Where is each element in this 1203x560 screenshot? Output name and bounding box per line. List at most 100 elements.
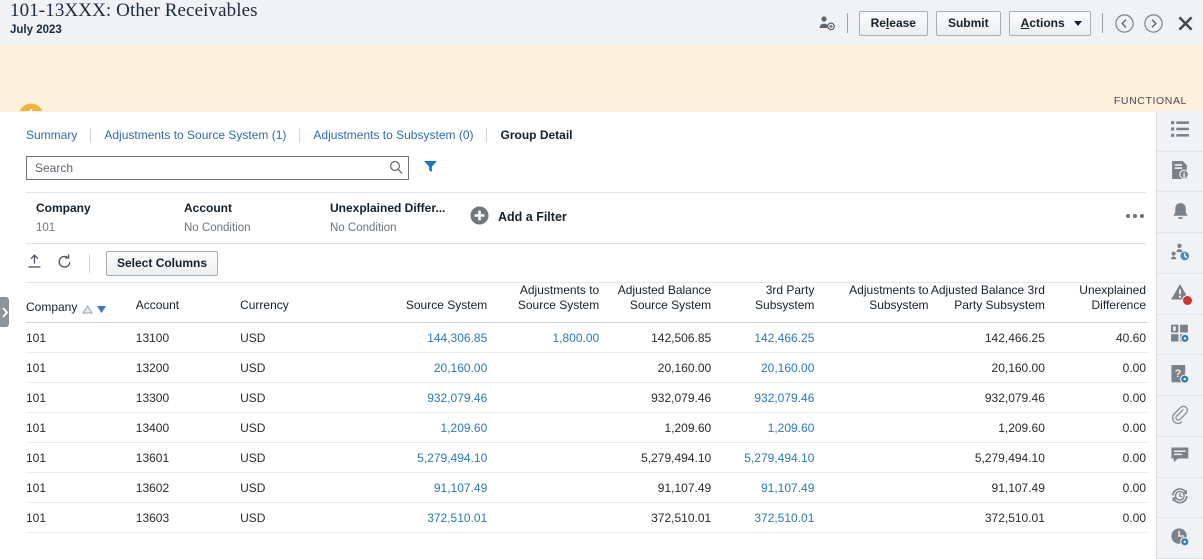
rail-item-bell[interactable] bbox=[1157, 192, 1203, 233]
search-icon[interactable] bbox=[389, 160, 403, 178]
select-columns-button[interactable]: Select Columns bbox=[106, 251, 218, 276]
cell-currency: USD bbox=[240, 353, 355, 383]
column-header-unexplained-difference[interactable]: Unexplained Difference bbox=[1047, 283, 1148, 323]
rail-item-pie-clock[interactable] bbox=[1157, 518, 1203, 559]
rail-item-history-refresh[interactable] bbox=[1157, 478, 1203, 519]
cell-source-system[interactable]: 372,510.01 bbox=[355, 503, 489, 533]
rail-item-comment[interactable] bbox=[1157, 437, 1203, 478]
cell-link[interactable]: 91,107.49 bbox=[434, 481, 487, 495]
export-icon[interactable] bbox=[26, 253, 43, 273]
table-row[interactable]: 10113603USD372,510.01372,510.01372,510.0… bbox=[26, 503, 1148, 533]
cell-link[interactable]: 144,306.85 bbox=[427, 331, 487, 345]
rail-item-document-info[interactable] bbox=[1157, 152, 1203, 193]
page-title: 101-13XXX: Other Receivables bbox=[10, 1, 258, 21]
cell-currency: USD bbox=[240, 323, 355, 353]
table-row[interactable]: 10113400USD1,209.601,209.601,209.601,209… bbox=[26, 413, 1148, 443]
filter-chip-account[interactable]: Account No Condition bbox=[184, 201, 250, 234]
column-header-adjusted-balance-third-party-subsystem[interactable]: Adjusted Balance 3rd Party Subsystem bbox=[931, 283, 1047, 323]
table-row[interactable]: 10113100USD144,306.851,800.00142,506.851… bbox=[26, 323, 1148, 353]
release-button[interactable]: Release bbox=[859, 11, 928, 36]
cell-source-system[interactable]: 5,279,494.10 bbox=[355, 443, 489, 473]
filter-chip-company[interactable]: Company 101 bbox=[36, 201, 91, 234]
cell-link[interactable]: 1,800.00 bbox=[553, 331, 600, 345]
table-row[interactable]: 10113602USD91,107.4991,107.4991,107.4991… bbox=[26, 473, 1148, 503]
actions-menu-button[interactable]: Actions bbox=[1009, 11, 1091, 36]
cell-third-party[interactable]: 5,279,494.10 bbox=[713, 443, 816, 473]
cell-source-system[interactable]: 932,079.46 bbox=[355, 383, 489, 413]
sort-controls[interactable] bbox=[82, 305, 107, 315]
rail-item-alert-triangle[interactable] bbox=[1157, 274, 1203, 315]
cell-third-party[interactable]: 932,079.46 bbox=[713, 383, 816, 413]
tab-adjustments-source-system[interactable]: Adjustments to Source System (1) bbox=[91, 128, 299, 142]
add-filter-button[interactable]: Add a Filter bbox=[470, 206, 567, 228]
group-detail-table: Company bbox=[26, 283, 1148, 533]
column-header-currency[interactable]: Currency bbox=[240, 283, 355, 323]
title-block: 101-13XXX: Other Receivables July 2023 bbox=[10, 1, 258, 37]
cell-company: 101 bbox=[26, 473, 136, 503]
cell-adj-subsystem bbox=[816, 473, 930, 503]
cell-currency: USD bbox=[240, 443, 355, 473]
cell-account: 13400 bbox=[136, 413, 240, 443]
cell-source-system[interactable]: 20,160.00 bbox=[355, 353, 489, 383]
previous-icon[interactable] bbox=[1114, 13, 1135, 34]
cell-link[interactable]: 91,107.49 bbox=[761, 481, 814, 495]
cell-link[interactable]: 372,510.01 bbox=[427, 511, 487, 525]
column-header-adjusted-balance-source-system[interactable]: Adjusted Balance Source System bbox=[601, 283, 713, 323]
cell-third-party[interactable]: 142,466.25 bbox=[713, 323, 816, 353]
table-row[interactable]: 10113601USD5,279,494.105,279,494.105,279… bbox=[26, 443, 1148, 473]
filter-chip-unexplained-difference[interactable]: Unexplained Differ... No Condition bbox=[330, 201, 445, 234]
submit-button[interactable]: Submit bbox=[936, 11, 1001, 36]
filter-funnel-icon[interactable] bbox=[423, 159, 438, 177]
table-row[interactable]: 10113300USD932,079.46932,079.46932,079.4… bbox=[26, 383, 1148, 413]
cell-link[interactable]: 142,466.25 bbox=[754, 331, 814, 345]
tab-summary[interactable]: Summary bbox=[26, 128, 90, 142]
cell-adj-source bbox=[489, 353, 601, 383]
reset-icon[interactable] bbox=[56, 253, 73, 273]
table-row[interactable]: 10113200USD20,160.0020,160.0020,160.0020… bbox=[26, 353, 1148, 383]
rail-item-list[interactable] bbox=[1157, 111, 1203, 152]
more-options-icon[interactable] bbox=[1126, 214, 1144, 218]
column-header-company[interactable]: Company bbox=[26, 283, 136, 323]
pie-clock-icon bbox=[1170, 527, 1190, 550]
cell-adj-source bbox=[489, 473, 601, 503]
cell-source-system[interactable]: 144,306.85 bbox=[355, 323, 489, 353]
cell-link[interactable]: 20,160.00 bbox=[761, 361, 814, 375]
cell-link[interactable]: 5,279,494.10 bbox=[417, 451, 487, 465]
cell-third-party[interactable]: 372,510.01 bbox=[713, 503, 816, 533]
column-header-adjustments-to-source-system[interactable]: Adjustments to Source System bbox=[489, 283, 601, 323]
cell-link[interactable]: 20,160.00 bbox=[434, 361, 487, 375]
rail-item-dashboard-grid[interactable] bbox=[1157, 315, 1203, 356]
search-input[interactable] bbox=[33, 157, 387, 179]
assign-user-icon[interactable] bbox=[818, 14, 836, 32]
next-icon[interactable] bbox=[1143, 13, 1164, 34]
filter-bar: Company 101 Account No Condition Unexpla… bbox=[26, 192, 1146, 244]
cell-link[interactable]: 932,079.46 bbox=[427, 391, 487, 405]
cell-third-party[interactable]: 20,160.00 bbox=[713, 353, 816, 383]
rail-item-help-question[interactable]: ? bbox=[1157, 355, 1203, 396]
cell-adj-balance-third: 1,209.60 bbox=[931, 413, 1047, 443]
cell-third-party[interactable]: 91,107.49 bbox=[713, 473, 816, 503]
cell-link[interactable]: 5,279,494.10 bbox=[744, 451, 814, 465]
cell-link[interactable]: 1,209.60 bbox=[441, 421, 488, 435]
rail-item-workflow-users[interactable] bbox=[1157, 233, 1203, 274]
cell-source-system[interactable]: 91,107.49 bbox=[355, 473, 489, 503]
rail-item-attachment-clip[interactable] bbox=[1157, 396, 1203, 437]
cell-adj-subsystem bbox=[816, 413, 930, 443]
column-header-source-system[interactable]: Source System bbox=[355, 283, 489, 323]
cell-source-system[interactable]: 1,209.60 bbox=[355, 413, 489, 443]
cell-third-party[interactable]: 1,209.60 bbox=[713, 413, 816, 443]
close-icon[interactable] bbox=[1176, 14, 1195, 33]
attachment-clip-icon bbox=[1170, 405, 1190, 428]
column-header-account[interactable]: Account bbox=[136, 283, 240, 323]
cell-link[interactable]: 372,510.01 bbox=[754, 511, 814, 525]
cell-link[interactable]: 1,209.60 bbox=[768, 421, 815, 435]
tab-group-detail[interactable]: Group Detail bbox=[487, 128, 585, 142]
search-box bbox=[26, 156, 409, 180]
left-panel-expander[interactable] bbox=[0, 297, 9, 327]
cell-link[interactable]: 932,079.46 bbox=[754, 391, 814, 405]
column-header-third-party-subsystem[interactable]: 3rd Party Subsystem bbox=[713, 283, 816, 323]
cell-adj-source[interactable]: 1,800.00 bbox=[489, 323, 601, 353]
column-header-adjustments-to-subsystem[interactable]: Adjustments to Subsystem bbox=[816, 283, 930, 323]
cell-unexplained: 0.00 bbox=[1047, 413, 1148, 443]
tab-adjustments-subsystem[interactable]: Adjustments to Subsystem (0) bbox=[300, 128, 486, 142]
